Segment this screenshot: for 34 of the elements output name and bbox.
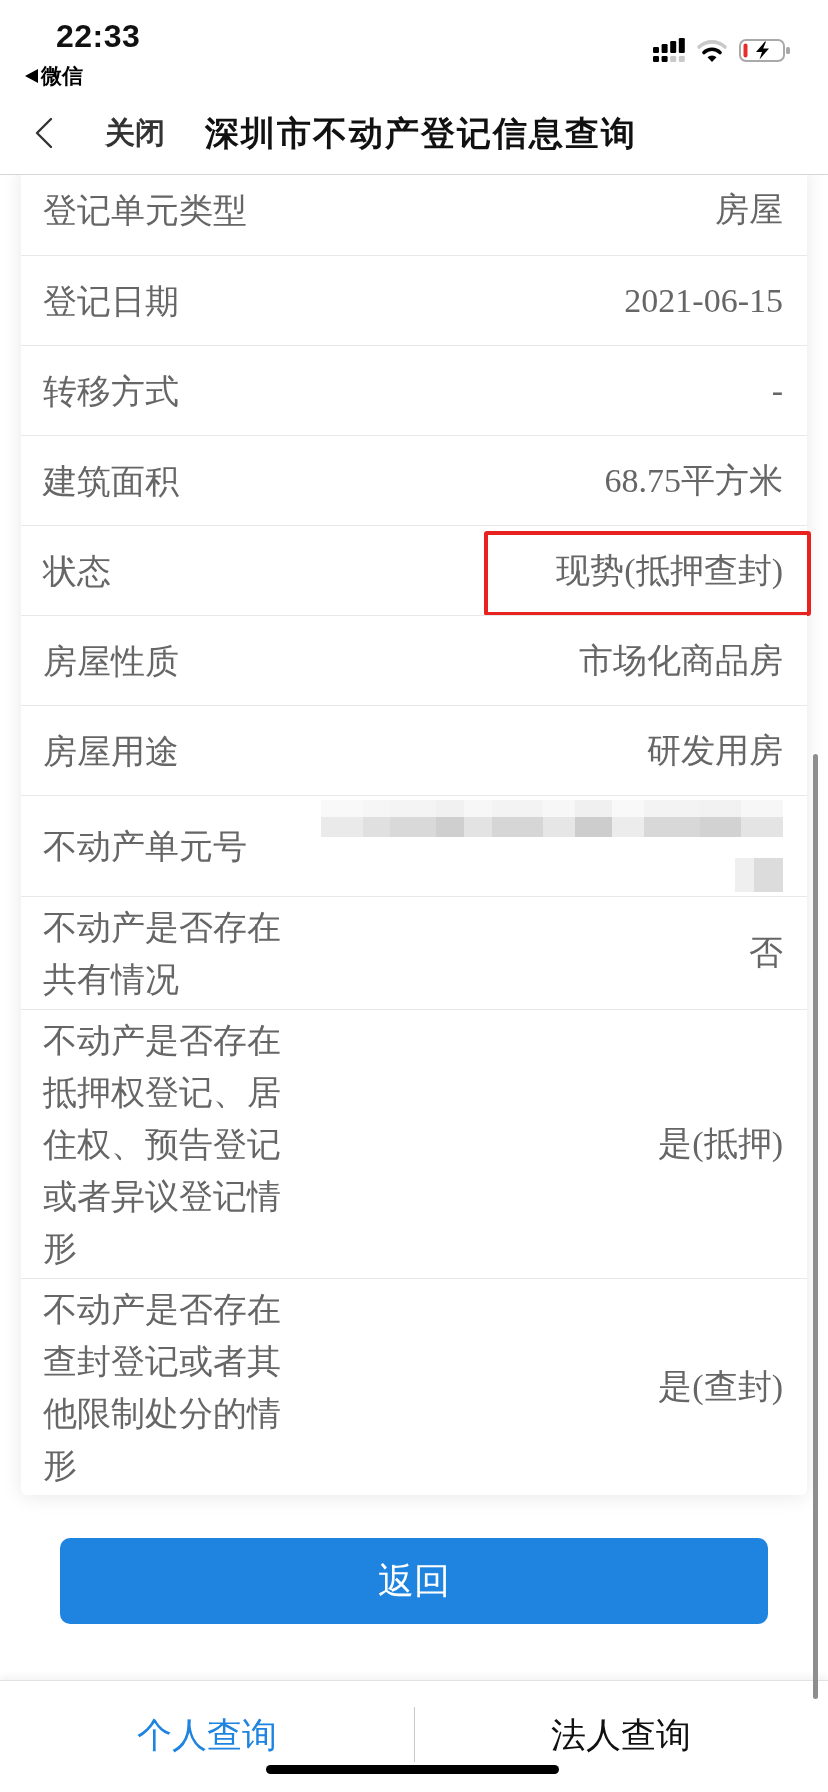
- field-label: 不动产是否存在共有情况: [43, 906, 282, 1001]
- close-button[interactable]: 关闭: [105, 113, 165, 153]
- page-title: 深圳市不动产登记信息查询: [205, 112, 637, 155]
- field-label: 登记单元类型: [43, 189, 248, 232]
- field-label: 转移方式: [43, 369, 180, 413]
- field-value: -: [771, 370, 783, 411]
- field-label: 不动产是否存在抵押权登记、居住权、预告登记或者异议登记情形: [43, 1019, 282, 1270]
- field-label: 登记日期: [43, 279, 180, 323]
- status-time: 22:33: [56, 17, 141, 56]
- tab[interactable]: 个人查询: [134, 1707, 279, 1763]
- field-value: 现势(抵押查封): [556, 550, 783, 591]
- return-button[interactable]: 返回: [60, 1538, 768, 1624]
- field-label: 状态: [43, 549, 112, 593]
- field-value: 否: [749, 933, 783, 973]
- wifi-icon: [696, 38, 728, 62]
- back-triangle-icon: [25, 69, 38, 83]
- field-value: 是(抵押): [658, 1124, 783, 1164]
- signal-icon: [653, 38, 685, 62]
- field-value: 研发用房: [647, 730, 783, 771]
- tab[interactable]: 法人查询: [549, 1707, 694, 1763]
- field-label: 建筑面积: [43, 459, 180, 503]
- field-value: 房屋: [715, 190, 783, 230]
- field-label: 不动产是否存在查封登记或者其他限制处分的情形: [43, 1288, 282, 1487]
- battery-icon: [739, 38, 790, 62]
- field-label: 不动产单元号: [43, 825, 248, 868]
- back-to-app-link[interactable]: 微信: [25, 63, 83, 89]
- field-label: 房屋性质: [43, 639, 180, 683]
- field-value: 市场化商品房: [579, 640, 783, 681]
- chevron-left-icon: [34, 117, 54, 149]
- nav-back-button[interactable]: [34, 117, 54, 149]
- field-label: 房屋用途: [43, 729, 180, 773]
- field-value: 68.75平方米: [604, 460, 783, 501]
- field-value: 是(查封): [658, 1367, 783, 1407]
- field-value: 2021-06-15: [624, 280, 783, 321]
